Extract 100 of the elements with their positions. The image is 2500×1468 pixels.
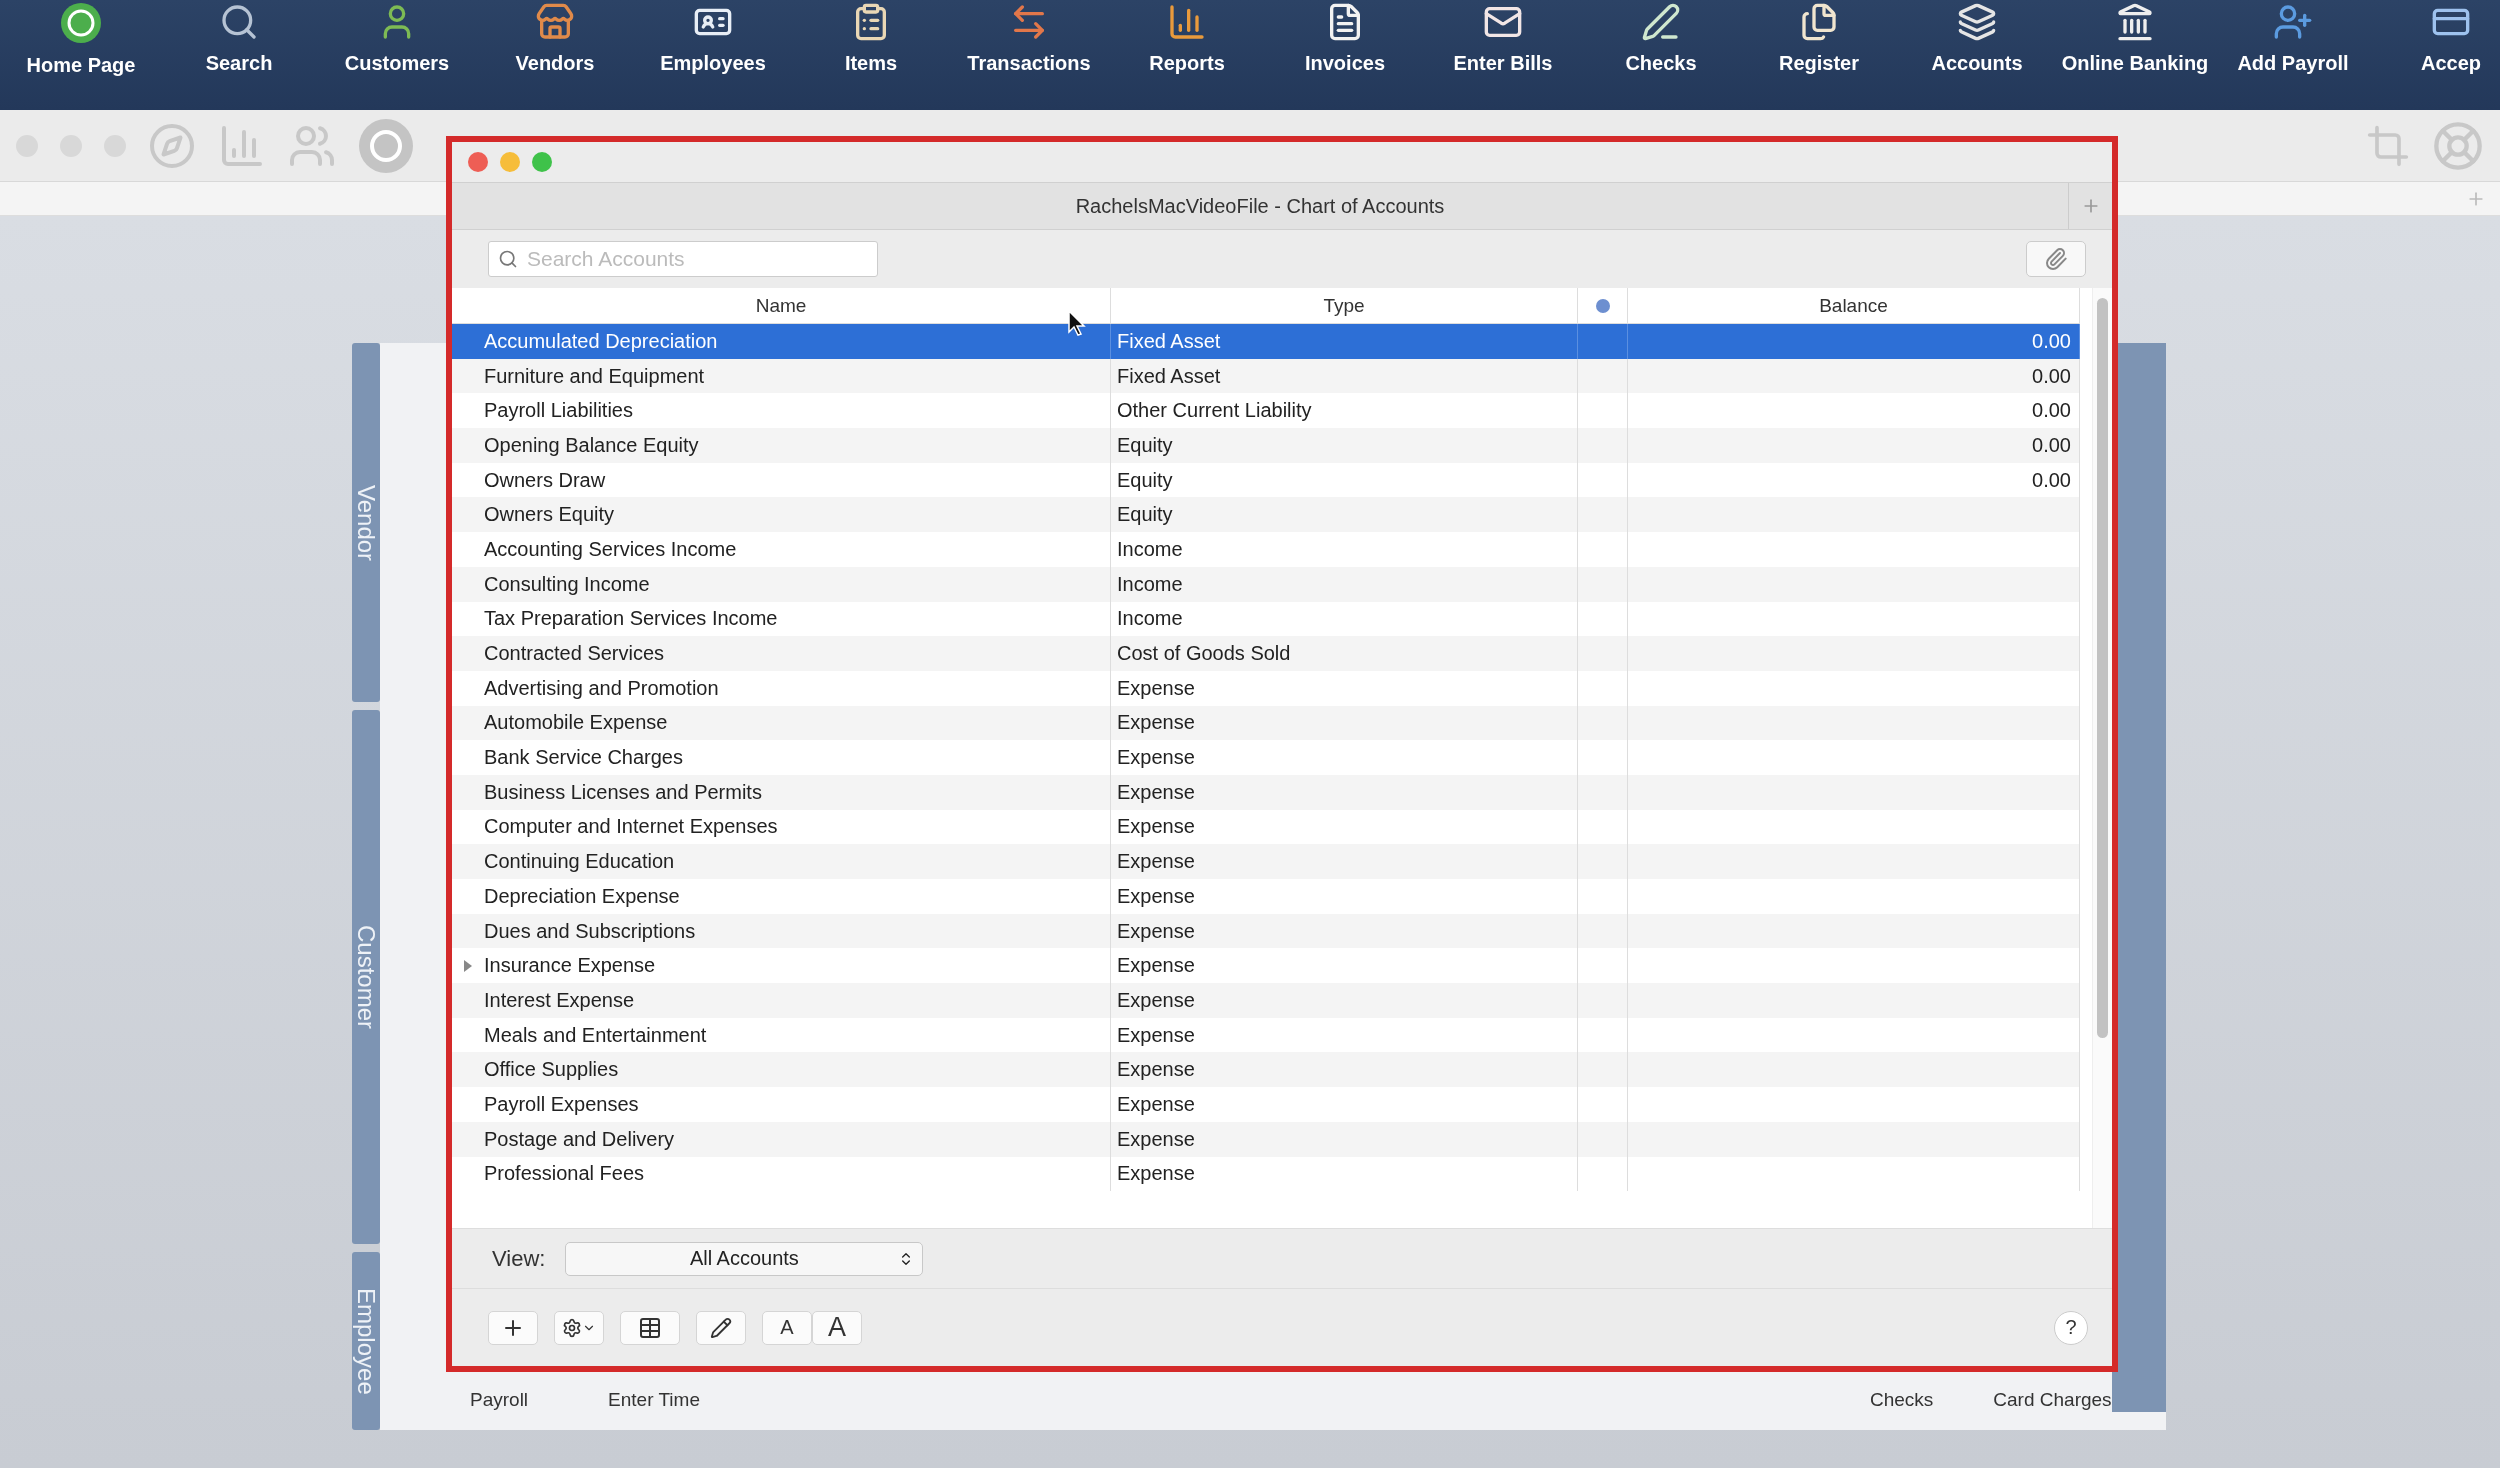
account-type: Expense	[1111, 913, 1578, 949]
table-cell	[1578, 774, 1628, 810]
toolbar-button[interactable]: Search	[160, 0, 318, 110]
account-type: Cost of Goods Sold	[1111, 636, 1578, 671]
account-name[interactable]: Automobile Expense	[452, 705, 1111, 741]
layers-icon	[1957, 2, 1997, 42]
minimize-button[interactable]	[500, 152, 520, 172]
toolbar-button[interactable]: Reports	[1108, 0, 1266, 110]
account-name[interactable]: Continuing Education	[452, 844, 1111, 879]
toolbar-button[interactable]: Register	[1740, 0, 1898, 110]
table-cell	[1578, 983, 1628, 1018]
bank-icon	[2115, 2, 2155, 42]
shortcut-label[interactable]: Checks	[1869, 1388, 1934, 1412]
toolbar-button[interactable]: Accounts	[1898, 0, 2056, 110]
account-type: Expense	[1111, 705, 1578, 741]
zoom-button[interactable]	[532, 152, 552, 172]
account-type: Fixed Asset	[1111, 324, 1578, 359]
user-plus-icon	[2273, 2, 2313, 42]
view-dropdown[interactable]: All Accounts	[565, 1241, 924, 1276]
account-type: Expense	[1111, 774, 1578, 810]
disclosure-triangle-icon[interactable]	[462, 959, 474, 972]
toolbar-button[interactable]: Items	[792, 0, 950, 110]
table-cell	[1578, 324, 1628, 359]
account-type: Equity	[1111, 497, 1578, 533]
font-size-button[interactable]: A	[762, 1310, 812, 1345]
add-button[interactable]	[488, 1310, 538, 1345]
help-button[interactable]: ?	[2054, 1310, 2088, 1345]
search-icon	[498, 249, 518, 269]
toolbar-button[interactable]: Enter Bills	[1424, 0, 1582, 110]
account-name[interactable]: Opening Balance Equity	[452, 428, 1111, 463]
account-type: Expense	[1111, 983, 1578, 1018]
pen-icon	[1641, 2, 1681, 42]
lifebuoy-icon[interactable]	[2432, 119, 2484, 172]
account-name[interactable]: Furniture and Equipment	[452, 358, 1111, 394]
toolbar-button[interactable]: Customers	[318, 0, 476, 110]
account-type: Expense	[1111, 1052, 1578, 1088]
account-name[interactable]: Consulting Income	[452, 566, 1111, 602]
table-cell	[1578, 844, 1628, 879]
table-cell	[1578, 636, 1628, 671]
edit-button[interactable]	[696, 1310, 746, 1345]
account-name[interactable]: Dues and Subscriptions	[452, 913, 1111, 949]
account-name[interactable]: Accumulated Depreciation	[452, 324, 1111, 359]
account-balance: 0.00	[1628, 324, 2080, 359]
toolbar-button[interactable]: Employees	[634, 0, 792, 110]
column-header[interactable]: Balance	[1628, 288, 2080, 324]
pencil-icon	[710, 1316, 732, 1339]
font-size-button[interactable]: A	[812, 1310, 862, 1345]
compass-icon[interactable]	[148, 121, 196, 170]
account-type: Expense	[1111, 844, 1578, 879]
toolbar-button[interactable]: Checks	[1582, 0, 1740, 110]
account-name[interactable]: Office Supplies	[452, 1052, 1111, 1088]
shortcut-label[interactable]: Enter Time	[608, 1388, 700, 1412]
account-balance: 0.00	[1628, 358, 2080, 394]
shortcut-label[interactable]: Payroll	[470, 1388, 529, 1412]
column-header[interactable]: Name	[452, 288, 1111, 324]
toolbar-button[interactable]: Vendors	[476, 0, 634, 110]
store-icon	[535, 2, 575, 42]
table-cell	[1578, 913, 1628, 949]
shortcut-label[interactable]: Card Charges	[1993, 1388, 2112, 1412]
column-header[interactable]: Type	[1111, 288, 1578, 324]
toolbar-button[interactable]: Add Payroll	[2214, 0, 2372, 110]
toolbar-button[interactable]: Online Banking	[2056, 0, 2214, 110]
toolbar-button[interactable]: Accep	[2372, 0, 2500, 110]
paperclip-icon	[2044, 247, 2068, 271]
files-icon	[1799, 2, 1839, 42]
account-name[interactable]: Postage and Delivery	[452, 1121, 1111, 1157]
qb-logo-icon[interactable]	[358, 117, 414, 174]
account-name[interactable]: Contracted Services	[452, 636, 1111, 671]
table-cell	[1578, 566, 1628, 602]
toolbar-button[interactable]: Transactions	[950, 0, 1108, 110]
table-cell	[1578, 1121, 1628, 1157]
account-name[interactable]: Owners Equity	[452, 497, 1111, 533]
account-balance: 0.00	[1628, 428, 2080, 463]
window-title: RachelsMacVideoFile - Chart of Accounts	[1074, 194, 1446, 218]
table-cell	[1578, 428, 1628, 463]
crop-icon[interactable]	[2366, 123, 2410, 168]
attach-button[interactable]	[2026, 241, 2086, 277]
table-cell	[1578, 358, 1628, 394]
account-type: Equity	[1111, 428, 1578, 463]
account-type: Fixed Asset	[1111, 358, 1578, 394]
table-cell	[1578, 1052, 1628, 1088]
table-cell	[1578, 497, 1628, 533]
gear-menu-button[interactable]	[554, 1310, 604, 1345]
close-button[interactable]	[468, 152, 488, 172]
table-button[interactable]	[620, 1310, 680, 1345]
view-label: View:	[492, 1245, 546, 1272]
gear-icon	[562, 1317, 582, 1338]
account-type: Income	[1111, 566, 1578, 602]
toolbar-button[interactable]: Invoices	[1266, 0, 1424, 110]
qb-logo-icon	[60, 2, 102, 44]
account-name[interactable]: Interest Expense	[452, 983, 1111, 1018]
search-field[interactable]: Search Accounts	[488, 241, 878, 277]
scrollbar-thumb[interactable]	[2097, 298, 2108, 1038]
account-type: Expense	[1111, 1121, 1578, 1157]
globe-icon[interactable]	[1594, 297, 1611, 314]
toolbar-button[interactable]: Home Page	[2, 0, 160, 110]
table-icon	[638, 1315, 662, 1340]
mouse-pointer-icon	[1068, 310, 1086, 336]
search-icon	[219, 2, 259, 42]
account-name[interactable]: Business Licenses and Permits	[452, 774, 1111, 810]
